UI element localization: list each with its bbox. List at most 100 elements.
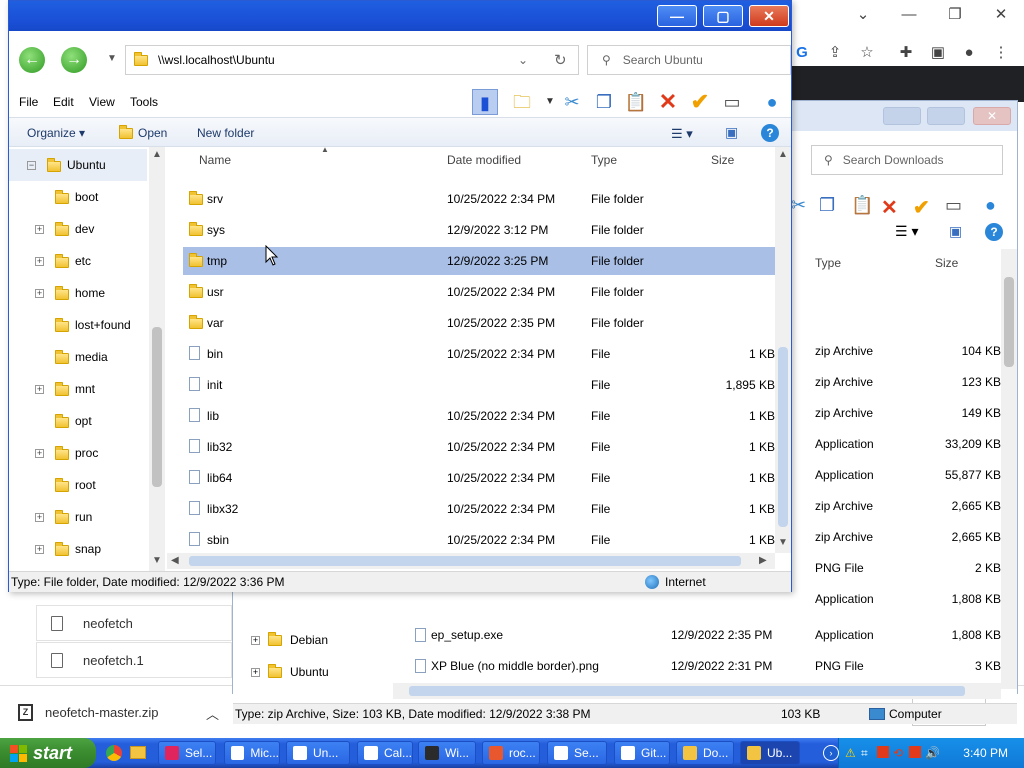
- tree-item[interactable]: + dev: [9, 213, 147, 245]
- horizontal-scrollbar[interactable]: ◀ ▶: [167, 553, 775, 569]
- file-row[interactable]: bin 10/25/2022 2:34 PM File 1 KB: [183, 340, 775, 368]
- folder-check-icon[interactable]: 🗀: [509, 89, 535, 115]
- column-size[interactable]: Size: [935, 256, 958, 270]
- file-row[interactable]: XP Blue (no middle border).png 12/9/2022…: [409, 652, 1001, 680]
- tree-item[interactable]: + run: [9, 501, 147, 533]
- chevron-down-icon[interactable]: ⌄: [518, 53, 528, 67]
- network-icon[interactable]: ⌗: [861, 746, 868, 761]
- file-row[interactable]: ep_setup.exe 12/9/2022 2:35 PM Applicati…: [409, 621, 1001, 649]
- tree-item[interactable]: boot: [9, 181, 147, 213]
- taskbar-button[interactable]: roc...: [482, 741, 540, 765]
- new-folder-button[interactable]: New folder: [197, 126, 254, 140]
- open-button[interactable]: Open: [138, 126, 167, 140]
- taskbar-button[interactable]: Un...: [286, 741, 350, 765]
- file-row[interactable]: usr 10/25/2022 2:34 PM File folder: [183, 278, 775, 306]
- file-row[interactable]: sys 12/9/2022 3:12 PM File folder: [183, 216, 775, 244]
- scroll-right-icon[interactable]: ▶: [759, 555, 767, 566]
- delete-icon[interactable]: ✕: [881, 195, 898, 223]
- expand-icon[interactable]: +: [251, 635, 260, 645]
- side-panel-icon[interactable]: ▣: [927, 42, 949, 64]
- cut-icon[interactable]: ✂: [791, 195, 806, 223]
- menu-edit[interactable]: Edit: [53, 95, 74, 109]
- sync-icon[interactable]: ⟲: [893, 746, 903, 760]
- taskbar-button[interactable]: Do...: [676, 741, 734, 765]
- minimize-button[interactable]: [883, 107, 921, 125]
- forward-button[interactable]: →: [61, 47, 87, 73]
- vertical-scrollbar[interactable]: ▲ ▼: [775, 147, 791, 553]
- expand-icon[interactable]: +: [35, 448, 44, 458]
- tree-item-ubuntu[interactable]: + Ubuntu: [251, 663, 329, 679]
- scrollbar-thumb[interactable]: [189, 556, 741, 566]
- recent-locations-icon[interactable]: ▼: [107, 53, 117, 64]
- cut-icon[interactable]: ✂: [559, 89, 585, 115]
- delete-icon[interactable]: ✕: [655, 89, 681, 115]
- expand-icon[interactable]: +: [35, 224, 44, 234]
- profile-icon[interactable]: ●: [958, 42, 980, 64]
- tray-expand-icon[interactable]: ›: [823, 745, 839, 761]
- expand-icon[interactable]: −: [27, 160, 36, 170]
- copy-icon[interactable]: ❐: [819, 195, 835, 223]
- properties-icon[interactable]: ▭: [719, 89, 745, 115]
- file-row[interactable]: libx32 10/25/2022 2:34 PM File 1 KB: [183, 495, 775, 523]
- volume-icon[interactable]: 🔊: [925, 746, 940, 760]
- share-icon[interactable]: ⇪: [824, 42, 846, 64]
- file-row[interactable]: lib64 10/25/2022 2:34 PM File 1 KB: [183, 464, 775, 492]
- column-date-modified[interactable]: Date modified: [447, 153, 521, 173]
- security-icon[interactable]: [877, 746, 889, 758]
- taskbar-button[interactable]: Wi...: [418, 741, 476, 765]
- tree-item[interactable]: + etc: [9, 245, 147, 277]
- tree-item-debian[interactable]: + Debian: [251, 631, 328, 647]
- properties-icon[interactable]: ▭: [945, 195, 962, 223]
- file-row[interactable]: init File 1,895 KB: [183, 371, 775, 399]
- list-item[interactable]: neofetch: [36, 605, 232, 641]
- download-item[interactable]: Z neofetch-master.zip: [18, 704, 158, 721]
- file-row[interactable]: srv 10/25/2022 2:34 PM File folder: [183, 185, 775, 213]
- chevron-down-icon[interactable]: ⌄: [840, 4, 886, 26]
- tree-item[interactable]: root: [9, 469, 147, 501]
- column-type[interactable]: Type: [591, 153, 617, 173]
- scroll-up-icon[interactable]: ▲: [152, 149, 162, 160]
- expand-icon[interactable]: +: [251, 667, 260, 677]
- maximize-button[interactable]: [927, 107, 965, 125]
- menu-icon[interactable]: ⋮: [990, 42, 1012, 64]
- globe-icon[interactable]: ●: [985, 195, 996, 223]
- scroll-up-icon[interactable]: ▲: [778, 149, 788, 160]
- maximize-button[interactable]: ▢: [703, 5, 743, 27]
- paste-icon[interactable]: 📋: [851, 195, 873, 223]
- expand-icon[interactable]: +: [35, 288, 44, 298]
- copy-icon[interactable]: ❐: [591, 89, 617, 115]
- file-row[interactable]: lib 10/25/2022 2:34 PM File 1 KB: [183, 402, 775, 430]
- close-button[interactable]: ✕: [749, 5, 789, 27]
- taskbar-button[interactable]: Ub...: [740, 741, 800, 765]
- checkmark-icon[interactable]: ✔: [913, 195, 930, 223]
- expand-icon[interactable]: +: [35, 512, 44, 522]
- tree-item[interactable]: opt: [9, 405, 147, 437]
- scrollbar-thumb[interactable]: [409, 686, 965, 696]
- help-icon[interactable]: ?: [761, 124, 779, 142]
- chevron-up-icon[interactable]: ︿: [206, 704, 219, 723]
- file-row[interactable]: lib32 10/25/2022 2:34 PM File 1 KB: [183, 433, 775, 461]
- paste-icon[interactable]: 📋: [623, 89, 649, 115]
- restore-icon[interactable]: ❐: [932, 4, 978, 26]
- tree-item[interactable]: + snap: [9, 533, 147, 565]
- clock[interactable]: 3:40 PM: [963, 746, 1008, 760]
- explorer-quicklaunch-icon[interactable]: [130, 746, 146, 759]
- refresh-icon[interactable]: ↻: [554, 51, 567, 69]
- organize-button[interactable]: Organize ▾: [27, 126, 85, 140]
- tree-item[interactable]: lost+found: [9, 309, 147, 341]
- minimize-button[interactable]: —: [657, 5, 697, 27]
- globe-icon[interactable]: ●: [759, 89, 785, 115]
- layout-icon[interactable]: ▮: [472, 89, 498, 115]
- view-menu-icon[interactable]: ☰ ▾: [895, 223, 918, 251]
- taskbar-button[interactable]: Cal...: [357, 741, 413, 765]
- scroll-down-icon[interactable]: ▼: [778, 537, 788, 548]
- column-name[interactable]: Name: [199, 153, 231, 173]
- scrollbar-thumb[interactable]: [778, 347, 788, 527]
- menu-tools[interactable]: Tools: [130, 95, 158, 109]
- view-menu-icon[interactable]: ☰ ▾: [671, 126, 693, 142]
- minimize-icon[interactable]: —: [886, 4, 932, 26]
- tree-item[interactable]: − Ubuntu: [9, 149, 147, 181]
- taskbar-button[interactable]: Sel...: [158, 741, 216, 765]
- taskbar-button[interactable]: Se...: [547, 741, 607, 765]
- menu-file[interactable]: File: [19, 95, 38, 109]
